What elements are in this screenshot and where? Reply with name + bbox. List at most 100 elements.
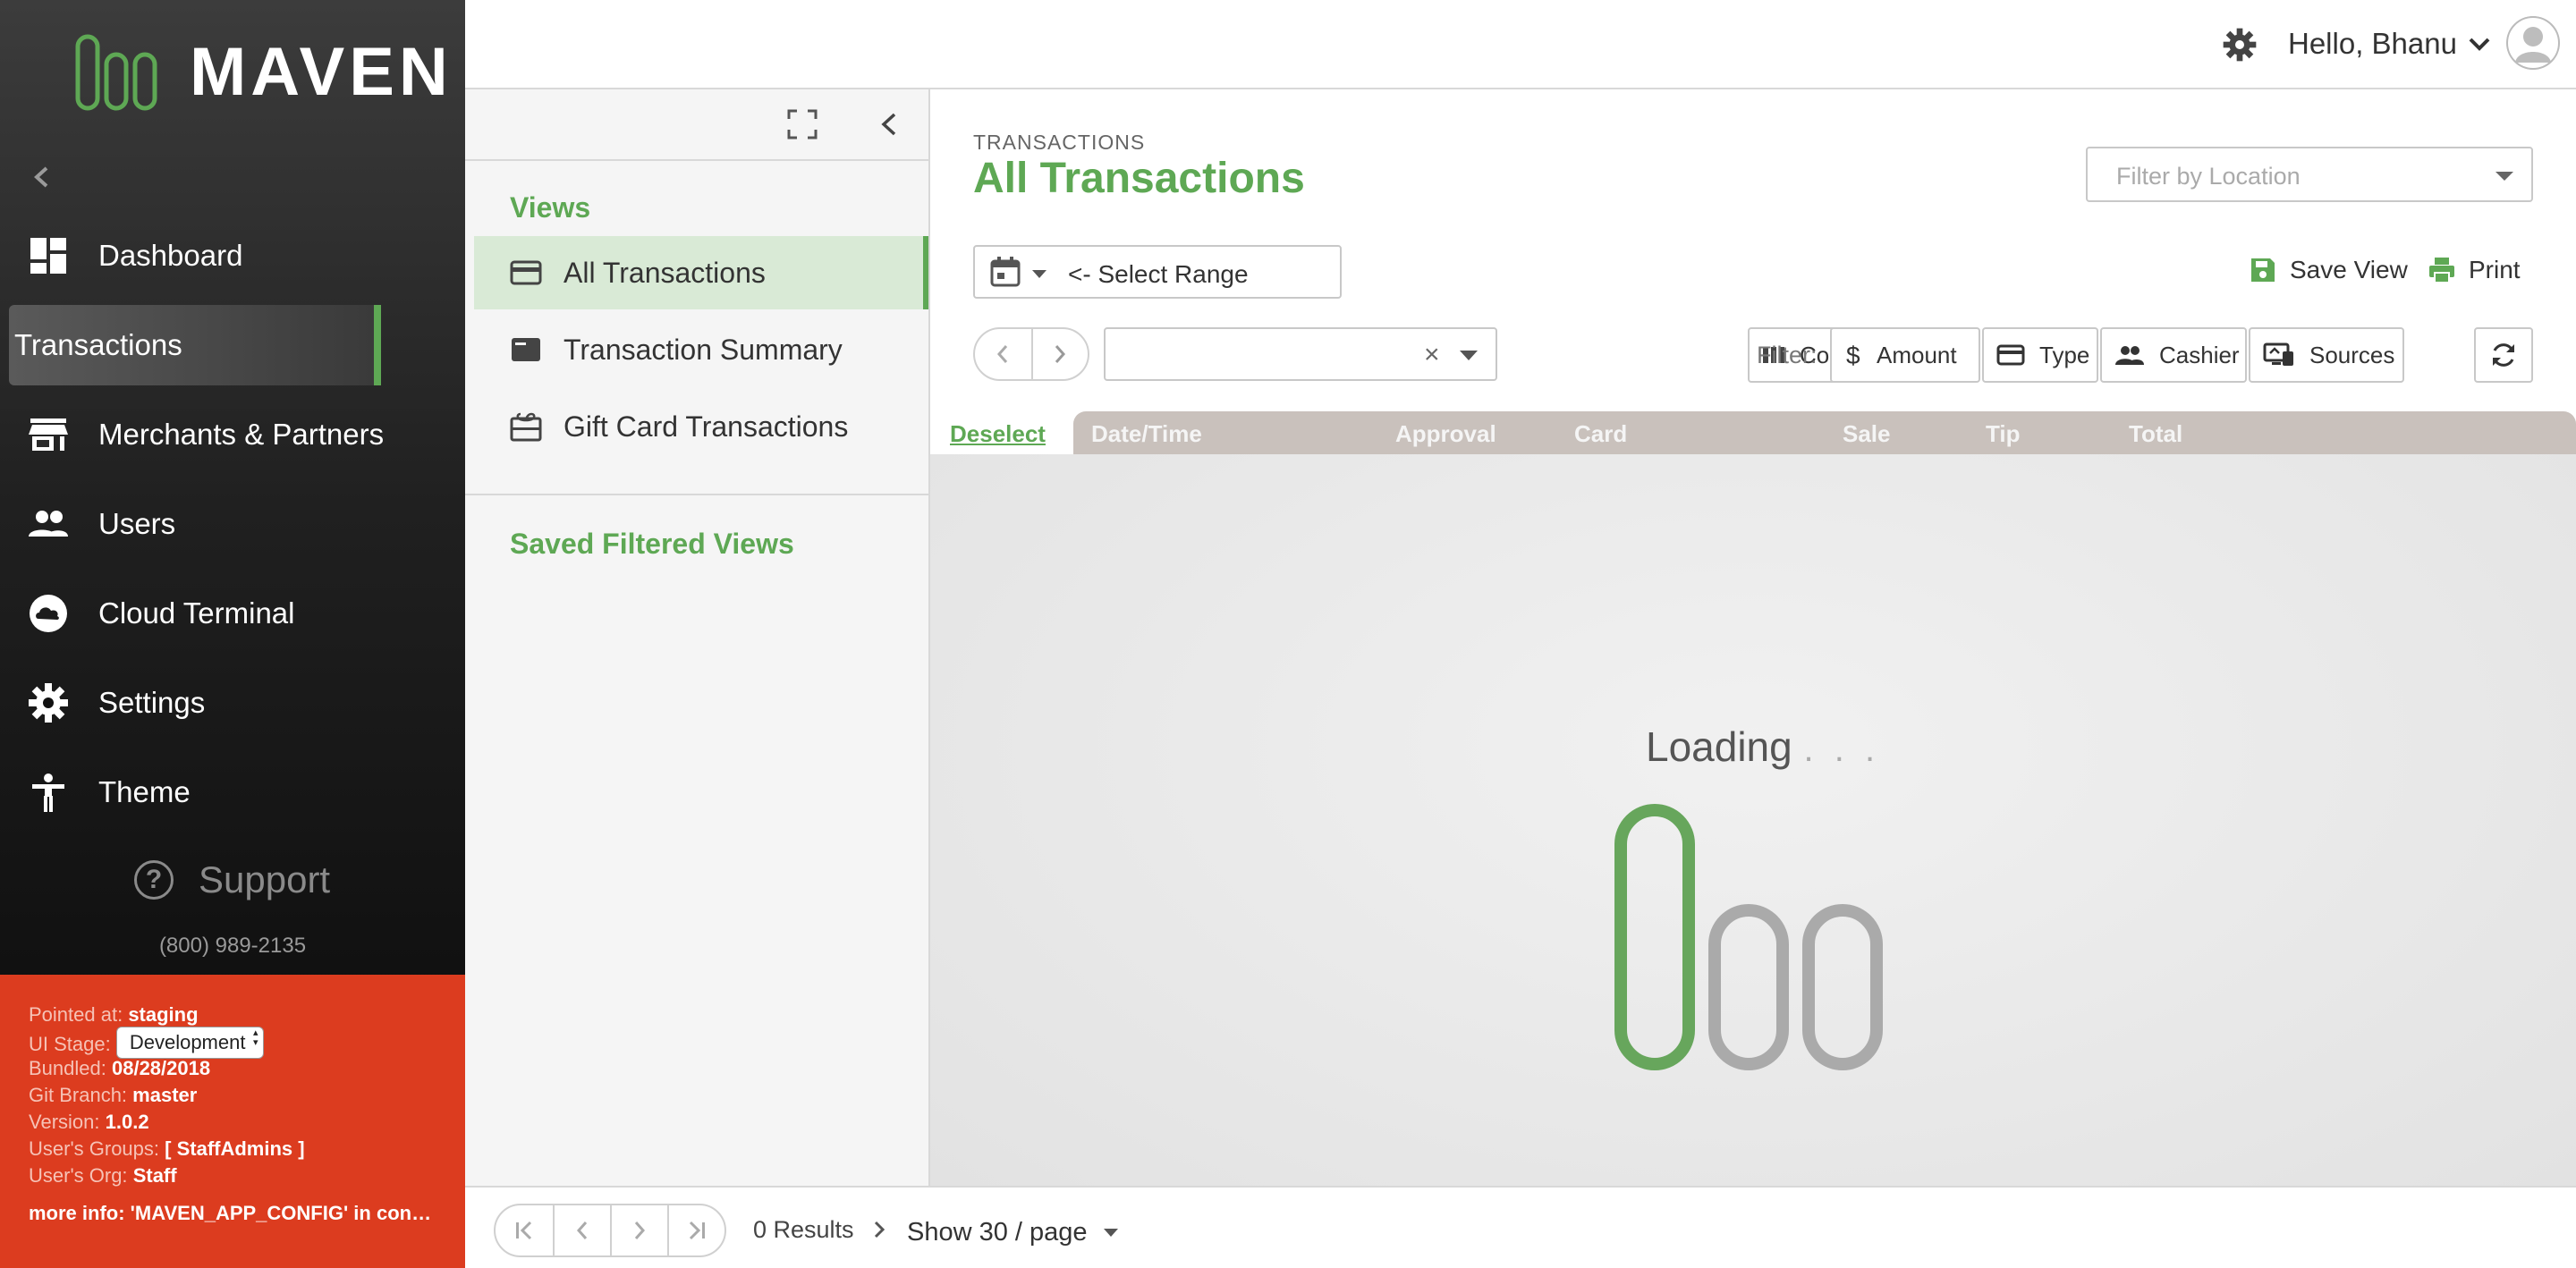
maven-logo[interactable]: MAVEN [75,34,453,111]
page-size-label: Show 30 / page [907,1218,1088,1247]
ui-stage-select[interactable]: Development [115,1027,265,1059]
filter-amount-label: Amount [1877,341,1957,368]
cloud-icon [30,595,67,632]
sidebar-item-theme[interactable]: Theme [0,752,465,833]
sidebar-item-dashboard[interactable]: Dashboard [0,216,465,296]
pointed-at-label: Pointed at: [29,1003,123,1026]
column-header-total[interactable]: Total [2129,420,2182,448]
clear-icon[interactable]: × [1424,340,1440,370]
sidebar-collapse-icon[interactable] [29,161,54,193]
loading-text: Loading [1646,723,1792,770]
views-panel: Views All Transactions Transaction Summa… [465,89,930,1186]
column-header-approval[interactable]: Approval [1395,420,1496,448]
view-label: Gift Card Transactions [564,410,849,443]
view-all-transactions[interactable]: All Transactions [474,236,928,309]
page-title: All Transactions [973,155,1305,202]
pointed-at-value: staging [128,1003,199,1026]
column-header-card[interactable]: Card [1574,420,1627,448]
location-filter-placeholder: Filter by Location [2116,163,2301,190]
filter-sources-label: Sources [2309,341,2395,368]
sidebar-item-cloud-terminal[interactable]: Cloud Terminal [0,573,465,654]
first-page-icon [516,1221,532,1240]
first-page-button[interactable] [496,1205,553,1255]
filter-amount-button[interactable]: $ Amount [1830,327,1980,383]
users-icon [29,511,68,537]
bundled-label: Bundled: [29,1057,106,1079]
sidebar-item-label: Cloud Terminal [98,596,295,630]
column-header-tip[interactable]: Tip [1986,420,2021,448]
column-header-sale[interactable]: Sale [1843,420,1891,448]
next-range-button[interactable] [1030,329,1088,379]
caret-down-icon [2496,172,2513,181]
sidebar-item-users[interactable]: Users [0,484,465,564]
chevron-left-icon [997,345,1008,363]
deselect-link[interactable]: Deselect [950,420,1046,448]
greeting-text: Hello, Bhanu [2288,27,2457,60]
caret-down-icon[interactable] [1460,351,1478,360]
user-org-label: User's Org: [29,1164,128,1187]
divider [465,494,930,495]
prev-page-button[interactable] [553,1205,610,1255]
caret-down-icon [1103,1229,1118,1237]
save-icon [2251,258,2275,282]
main-content: TRANSACTIONS All Transactions Filter by … [930,89,2576,1186]
sources-icon [2263,342,2293,366]
help-icon: ? [134,860,174,900]
dashboard-icon [30,238,66,274]
user-org-value: Staff [132,1164,177,1187]
date-pager [973,327,1089,381]
next-page-button[interactable] [610,1205,667,1255]
support-label: Support [199,858,331,900]
prev-range-button[interactable] [975,329,1031,379]
chevron-down-icon [2469,38,2490,51]
sidebar-item-label: Merchants & Partners [98,418,385,451]
support-link[interactable]: ? Support [134,858,330,901]
people-icon [2115,346,2144,365]
user-menu[interactable]: Hello, Bhanu [2288,27,2491,61]
user-avatar-icon [2506,16,2560,70]
sidebar-item-label: Dashboard [98,239,243,272]
view-label: All Transactions [564,256,766,289]
view-gift-card-transactions[interactable]: Gift Card Transactions [474,390,928,463]
page-size-select[interactable]: Show 30 / page [907,1218,1118,1247]
results-count: 0 Results [753,1216,854,1243]
sidebar-item-label: Theme [98,775,191,808]
last-page-button[interactable] [667,1205,724,1255]
summary-icon [512,338,540,361]
breadcrumb: TRANSACTIONS [973,131,1146,154]
filter-cashier-button[interactable]: Cashier [2100,327,2247,383]
view-transaction-summary[interactable]: Transaction Summary [474,313,928,386]
filter-cashier-label: Cashier [2159,341,2240,368]
user-groups-value: [ StaffAdmins ] [165,1137,305,1160]
collapse-panel-icon[interactable] [877,109,902,139]
store-icon [29,418,68,451]
sidebar-item-label: Transactions [14,328,182,361]
print-button[interactable]: Print [2428,256,2521,284]
location-filter-select[interactable]: Filter by Location [2086,147,2533,202]
save-view-button[interactable]: Save View [2249,256,2408,284]
sidebar-item-transactions[interactable]: Transactions [9,305,381,385]
avatar[interactable] [2506,16,2560,70]
last-page-icon [689,1221,705,1240]
sidebar-item-label: Users [98,507,176,540]
more-info-text: more info: 'MAVEN_APP_CONFIG' in console [29,1202,440,1224]
filter-sources-button[interactable]: Sources [2249,327,2404,383]
settings-gear-icon[interactable] [2222,27,2258,63]
sidebar-item-merchants-partners[interactable]: Merchants & Partners [0,394,465,475]
table-body: Loading . . . [930,454,2576,1186]
svg-text:$: $ [1846,342,1860,369]
table-header: Deselect Date/Time Approval Card Sale Ti… [930,411,2576,454]
range-label: <- Select Range [1068,260,1249,288]
gear-icon [29,683,68,723]
refresh-button[interactable] [2474,327,2533,383]
fullscreen-icon[interactable] [787,109,818,139]
dollar-icon: $ [1846,342,1860,369]
saved-views-heading: Saved Filtered Views [510,528,794,560]
filter-type-button[interactable]: Type [1982,327,2098,383]
sidebar-item-settings[interactable]: Settings [0,663,465,743]
range-preset-select[interactable]: × [1104,327,1497,381]
version-value: 1.0.2 [105,1111,149,1133]
dev-info-panel: Pointed at: staging UI Stage: Developmen… [0,975,465,1268]
date-range-picker[interactable]: <- Select Range [973,245,1342,299]
column-header-datetime[interactable]: Date/Time [1091,420,1202,448]
